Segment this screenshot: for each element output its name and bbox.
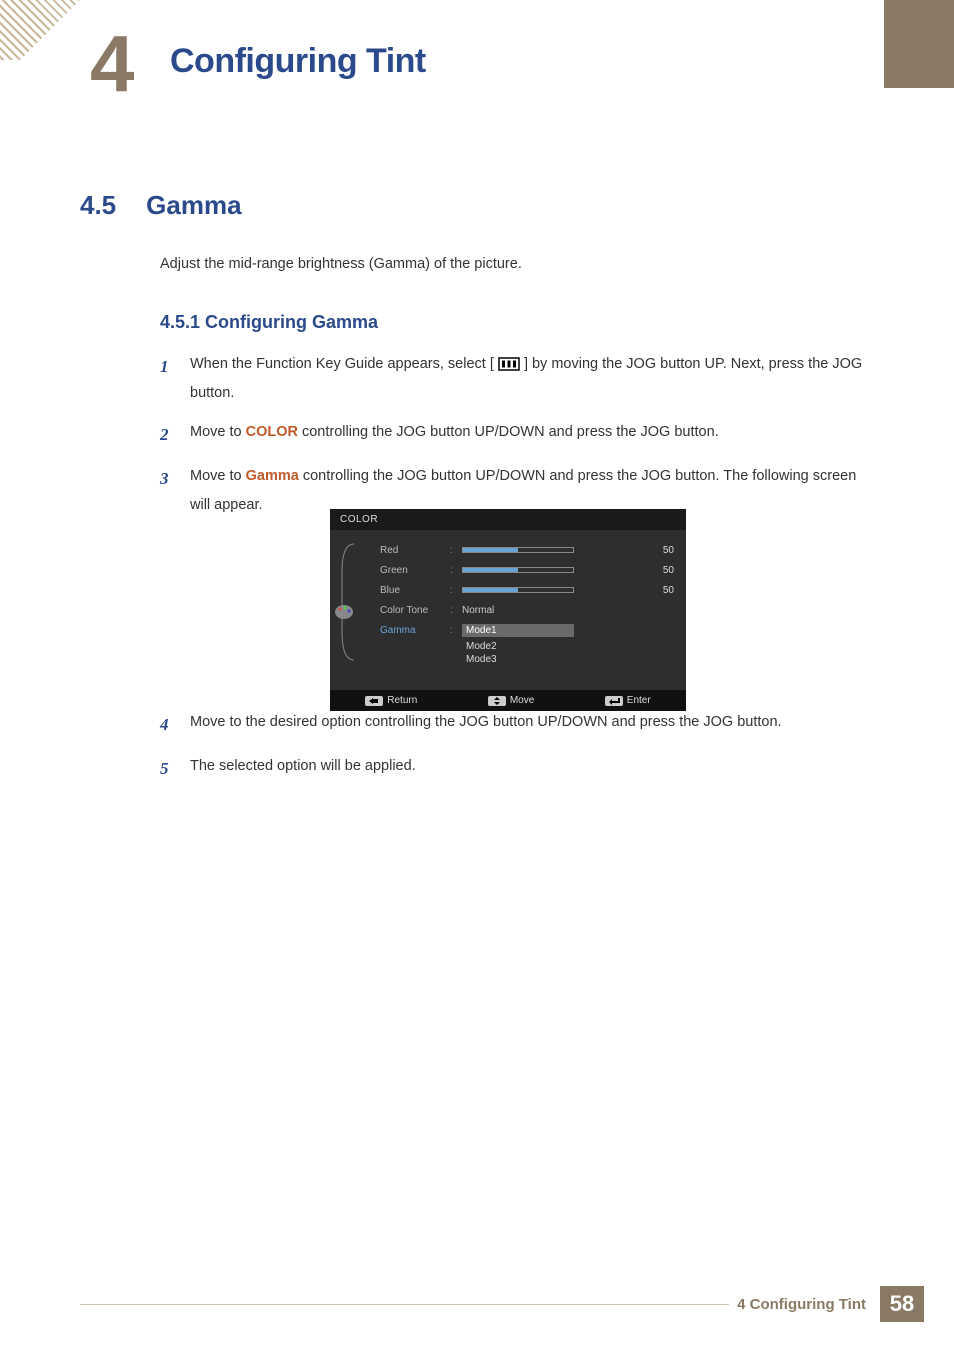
section-number: 4.5 <box>80 190 116 221</box>
osd-return-hint: Return <box>365 695 417 706</box>
osd-slider <box>462 547 574 553</box>
osd-row-red: Red : 50 <box>340 540 674 560</box>
step-2: 2 Move to COLOR controlling the JOG butt… <box>160 418 880 452</box>
header-accent-bar <box>884 0 954 88</box>
step-body: When the Function Key Guide appears, sel… <box>190 350 880 408</box>
osd-footer-label: Enter <box>627 695 651 706</box>
colon: : <box>450 565 462 576</box>
step-number: 5 <box>160 752 172 786</box>
colon: : <box>450 585 462 596</box>
osd-move-hint: Move <box>488 695 534 706</box>
osd-label: Red <box>380 545 450 556</box>
osd-value: 50 <box>646 545 674 556</box>
step-text: Move to <box>190 424 246 440</box>
step-highlight: COLOR <box>246 424 298 440</box>
menu-icon <box>498 357 520 371</box>
osd-screenshot: COLOR Red : 50 Green : 50 Blue : 50 Colo… <box>330 509 686 711</box>
step-number: 1 <box>160 350 172 408</box>
section-heading: 4.5 Gamma <box>80 190 242 221</box>
osd-label-active: Gamma <box>380 625 450 636</box>
osd-row-gamma: Gamma : Mode1 <box>340 620 674 640</box>
osd-row-colortone: Color Tone : Normal <box>340 600 674 620</box>
footer-rule <box>80 1304 729 1305</box>
step-text: Move to <box>190 468 246 484</box>
chapter-number: 4 <box>90 18 135 110</box>
step-number: 2 <box>160 418 172 452</box>
chapter-title: Configuring Tint <box>170 42 426 81</box>
step-body: The selected option will be applied. <box>190 752 890 786</box>
osd-value: Normal <box>462 605 494 616</box>
osd-body: Red : 50 Green : 50 Blue : 50 Color Tone… <box>330 530 686 690</box>
step-highlight: Gamma <box>246 468 299 484</box>
osd-bracket-icon <box>340 542 358 662</box>
step-text: controlling the JOG button UP/DOWN and p… <box>298 424 719 440</box>
step-1: 1 When the Function Key Guide appears, s… <box>160 350 880 408</box>
colon: : <box>450 545 462 556</box>
osd-mode-selected: Mode1 <box>462 624 574 637</box>
colon: : <box>450 605 462 616</box>
step-body: Move to COLOR controlling the JOG button… <box>190 418 880 452</box>
step-body: Move to the desired option controlling t… <box>190 708 890 742</box>
osd-enter-hint: Enter <box>605 695 651 706</box>
osd-label: Blue <box>380 585 450 596</box>
section-intro: Adjust the mid-range brightness (Gamma) … <box>160 256 522 272</box>
osd-label: Green <box>380 565 450 576</box>
osd-slider <box>462 587 574 593</box>
osd-mode-option: Mode3 <box>462 653 674 666</box>
enter-key-icon <box>605 696 623 706</box>
osd-footer-label: Move <box>510 695 534 706</box>
osd-value: 50 <box>646 585 674 596</box>
footer-chapter-label: 4 Configuring Tint <box>737 1296 866 1313</box>
move-key-icon <box>488 696 506 706</box>
osd-value: 50 <box>646 565 674 576</box>
section-title: Gamma <box>146 190 241 221</box>
palette-icon <box>334 604 354 620</box>
osd-slider <box>462 567 574 573</box>
osd-mode-options: Mode2 Mode3 <box>462 640 674 666</box>
step-5: 5 The selected option will be applied. <box>160 752 890 786</box>
return-key-icon <box>365 696 383 706</box>
osd-title: COLOR <box>330 509 686 530</box>
subsection-heading: 4.5.1 Configuring Gamma <box>160 312 378 333</box>
osd-footer-label: Return <box>387 695 417 706</box>
page-footer: 4 Configuring Tint 58 <box>80 1286 924 1322</box>
steps-list: 1 When the Function Key Guide appears, s… <box>160 350 880 530</box>
osd-row-blue: Blue : 50 <box>340 580 674 600</box>
steps-list-continued: 4 Move to the desired option controlling… <box>160 708 890 796</box>
osd-mode-option: Mode2 <box>462 640 674 653</box>
corner-decoration <box>0 0 80 60</box>
step-number: 3 <box>160 462 172 520</box>
osd-label: Color Tone <box>380 605 450 616</box>
step-number: 4 <box>160 708 172 742</box>
step-text: When the Function Key Guide appears, sel… <box>190 356 494 372</box>
colon: : <box>450 625 462 636</box>
osd-row-green: Green : 50 <box>340 560 674 580</box>
page-number: 58 <box>880 1286 924 1322</box>
step-4: 4 Move to the desired option controlling… <box>160 708 890 742</box>
